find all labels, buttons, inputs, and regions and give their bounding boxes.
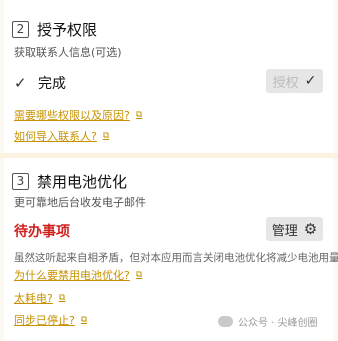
gear-icon: ⚙ [303,220,318,238]
step-number: 2 [12,21,29,38]
link-import-contacts[interactable]: 如何导入联系人? ⧉ [14,128,109,144]
link-label: 需要哪些权限以及原因? [14,109,130,122]
link-sync-stopped[interactable]: 同步已停止? ⧉ [14,312,87,328]
link-permission-reasons[interactable]: 需要哪些权限以及原因? ⧉ [14,107,142,123]
step-title: 禁用电池优化 [37,173,128,191]
external-link-icon: ⧉ [102,131,110,141]
battery-description: 虽然这听起来自相矛盾，但对本应用而言关闭电池优化将减少电池用量 [14,252,338,264]
status-row: ✓ 完成 [14,73,66,93]
authorize-button[interactable]: 授权 ✓ [266,69,323,93]
step-header-battery: 3 禁用电池优化 [12,171,127,192]
step-subtitle: 获取联系人信息(可选) [14,46,122,59]
step-header-permissions: 2 授予权限 [12,19,97,40]
todo-label: 待办事项 [14,224,70,240]
manage-button[interactable]: 管理 ⚙ [266,217,323,241]
step-title: 授予权限 [37,21,98,39]
link-label: 如何导入联系人? [14,130,97,143]
external-link-icon: ⧉ [80,315,88,325]
watermark: 公众号 · 尖峰创圈 [218,314,318,329]
link-battery-drain[interactable]: 太耗电? ⧉ [14,290,65,306]
watermark-text: 公众号 · 尖峰创圈 [238,318,318,329]
wechat-icon [218,316,233,327]
external-link-icon: ⧉ [58,293,66,303]
manage-label: 管理 [271,223,298,239]
link-label: 太耗电? [14,292,53,305]
check-icon: ✓ [304,73,317,89]
link-why-disable-optimization[interactable]: 为什么要禁用电池优化? ⧉ [14,267,142,283]
status-done-label: 完成 [38,76,66,92]
link-label: 同步已停止? [14,314,75,327]
link-label: 为什么要禁用电池优化? [14,269,130,282]
check-icon: ✓ [14,74,27,92]
step-number: 3 [12,173,29,190]
step-subtitle: 更可靠地后台收发电子邮件 [14,196,146,209]
authorize-label: 授权 [272,75,299,91]
external-link-icon: ⧉ [135,110,143,120]
external-link-icon: ⧉ [135,270,143,280]
